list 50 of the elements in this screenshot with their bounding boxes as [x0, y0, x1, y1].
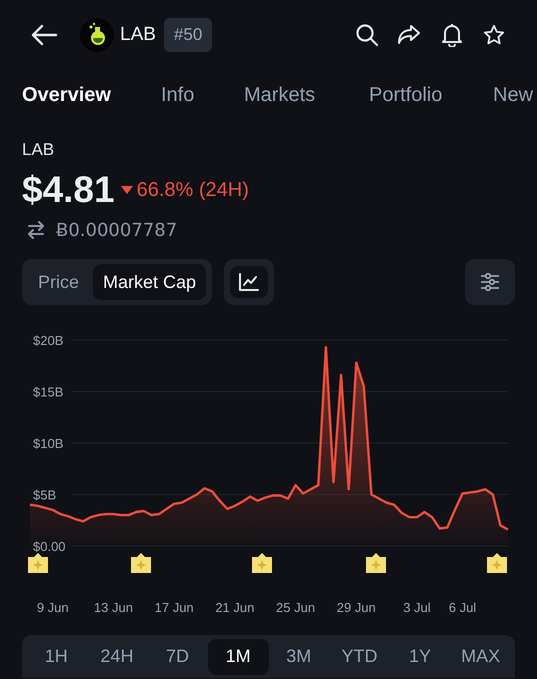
event-marker-icon[interactable]: [131, 553, 151, 573]
tab[interactable]: Portfolio: [369, 80, 493, 110]
x-axis-label: 13 Jun: [94, 600, 133, 615]
x-axis-label: 21 Jun: [215, 600, 254, 615]
event-marker-icon[interactable]: [487, 553, 507, 573]
chart-mode-tab[interactable]: Price: [28, 264, 90, 300]
line-chart-icon: [239, 273, 260, 291]
x-axis-label: 29 Jun: [336, 600, 376, 615]
sliders-icon: [480, 273, 500, 291]
rank-badge: #50: [164, 18, 212, 52]
price-value: $4.81: [22, 170, 115, 210]
y-axis-label: $0.00: [33, 539, 66, 554]
tab[interactable]: Overview: [22, 80, 161, 110]
bell-icon[interactable]: [441, 23, 463, 47]
swap-icon: [27, 221, 45, 239]
x-axis-label: 6 Jul: [448, 600, 476, 615]
price-change: 66.8% (24H): [136, 178, 249, 203]
period-tab[interactable]: 3M: [268, 638, 330, 674]
x-axis-label: 3 Jul: [403, 600, 431, 615]
chart-type-button[interactable]: [224, 259, 274, 305]
tab[interactable]: Info: [161, 80, 244, 110]
tab[interactable]: Markets: [244, 80, 369, 110]
period-tab[interactable]: 24H: [86, 638, 148, 674]
y-axis-label: $5B: [33, 488, 56, 502]
x-axis-label: 17 Jun: [154, 600, 194, 615]
y-axis-label: $10B: [33, 436, 64, 451]
period-tab[interactable]: MAX: [450, 638, 511, 674]
tab[interactable]: New: [493, 80, 534, 110]
btc-price: Ƀ0.00007787: [56, 218, 178, 242]
period-tab[interactable]: 1H: [26, 638, 87, 674]
x-axis-label: 9 Jun: [36, 600, 69, 615]
y-axis-label: $15B: [33, 384, 64, 400]
share-icon[interactable]: [397, 24, 421, 46]
period-tab[interactable]: YTD: [329, 638, 390, 674]
event-marker-icon[interactable]: [366, 553, 386, 573]
coin-symbol: LAB: [120, 22, 156, 47]
period-tab[interactable]: 7D: [147, 638, 208, 674]
back-icon[interactable]: [30, 23, 58, 47]
chart-mode-tab[interactable]: Market Cap: [93, 264, 206, 300]
y-axis-label: $20B: [33, 333, 64, 348]
event-marker-icon[interactable]: [252, 553, 272, 573]
period-tab[interactable]: 1Y: [390, 638, 450, 674]
search-icon[interactable]: [355, 23, 379, 47]
event-marker-icon[interactable]: [28, 553, 48, 573]
period-tab[interactable]: 1M: [208, 638, 268, 674]
coin-logo-icon: [80, 18, 114, 52]
chart-settings-button[interactable]: [465, 259, 515, 305]
x-axis-label: 25 Jun: [276, 600, 316, 615]
coin-name: LAB: [22, 140, 54, 160]
star-icon[interactable]: [483, 24, 505, 46]
